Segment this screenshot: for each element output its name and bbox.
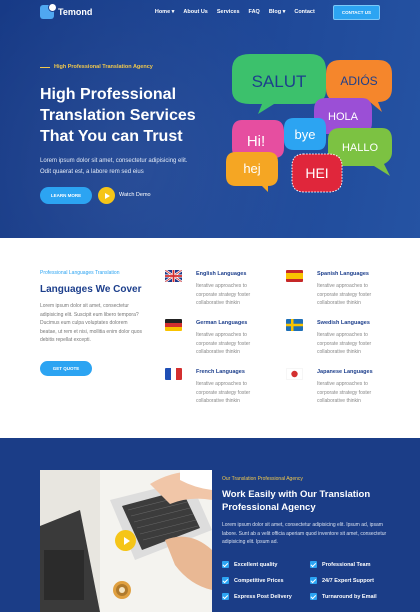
laptop-photo (40, 470, 212, 612)
feature-item: Express Post Delivery (222, 593, 292, 600)
menu-item-contact[interactable]: Contact (294, 9, 314, 15)
agency-description: Lorem ipsum dolor sit amet, consectetur … (222, 522, 387, 545)
top-nav: Temond Home ▾ About Us Services FAQ Blog… (0, 0, 420, 24)
feature-item: Professional Team (310, 561, 371, 568)
check-icon (310, 577, 317, 584)
menu-item-about[interactable]: About Us (183, 9, 207, 15)
bubble-word-bye: bye (295, 127, 316, 142)
language-description: Iterative approaches to corporate strate… (196, 332, 251, 355)
language-description: Iterative approaches to corporate strate… (196, 283, 251, 306)
germany-flag-icon (165, 319, 182, 331)
feature-label: Express Post Delivery (234, 593, 292, 600)
play-icon[interactable] (98, 187, 115, 204)
bubble-word-hej: hej (243, 161, 260, 176)
main-menu: Home ▾ About Us Services FAQ Blog ▾ Cont… (155, 9, 315, 15)
learn-more-button[interactable]: LEARN MORE (40, 187, 92, 204)
speech-bubbles-illustration: SALUT ADIÓS HOLA bye Hi! HALLO hej HEI (226, 54, 392, 193)
logo-icon (40, 3, 57, 19)
language-name: French Languages (196, 369, 245, 375)
bubble-word-hola: HOLA (328, 111, 359, 123)
menu-item-blog[interactable]: Blog ▾ (269, 9, 286, 15)
hero-description: Lorem ipsum dolor sit amet, consectetur … (40, 158, 188, 175)
sweden-flag-icon (286, 319, 303, 331)
bubble-word-salut: SALUT (252, 72, 307, 91)
logo-text: Temond (58, 7, 93, 17)
feature-label: Professional Team (322, 561, 371, 568)
feature-item: Excellent quality (222, 561, 277, 568)
play-video-icon[interactable] (115, 530, 136, 551)
feature-item: 24/7 Expert Support (310, 577, 374, 584)
check-icon (222, 561, 229, 568)
hero-section: Temond Home ▾ About Us Services FAQ Blog… (0, 0, 420, 238)
bubble-word-hei: HEI (305, 165, 328, 181)
uk-flag-icon (165, 270, 182, 282)
language-description: Iterative approaches to corporate strate… (317, 381, 372, 404)
spain-flag-icon (286, 270, 303, 282)
logo[interactable]: Temond (40, 3, 93, 19)
japan-flag-icon (286, 368, 303, 380)
language-name: Japanese Languages (317, 369, 373, 375)
check-icon (222, 577, 229, 584)
menu-item-services[interactable]: Services (217, 9, 240, 15)
tagline-dash (40, 66, 50, 68)
menu-item-home[interactable]: Home ▾ (155, 9, 175, 15)
hero-tagline-text: High Professional Translation Agency (54, 64, 153, 70)
language-description: Iterative approaches to corporate strate… (317, 332, 372, 355)
languages-title: Languages We Cover (40, 284, 142, 295)
agency-tag: Our Translation Professional Agency (222, 476, 303, 482)
menu-item-faq[interactable]: FAQ (249, 9, 260, 15)
language-name: Swedish Languages (317, 320, 370, 326)
feature-label: Excellent quality (234, 561, 278, 568)
check-icon (310, 561, 317, 568)
feature-label: 24/7 Expert Support (322, 577, 374, 584)
language-description: Iterative approaches to corporate strate… (196, 381, 251, 404)
watch-demo-link[interactable]: Watch Demo (119, 192, 151, 198)
language-name: German Languages (196, 320, 248, 326)
check-icon (222, 593, 229, 600)
languages-tag: Professional Languages Translation (40, 270, 120, 276)
feature-item: Turnaround by Email (310, 593, 377, 600)
feature-item: Competitive Prices (222, 577, 284, 584)
hero-title: High Professional Translation Services T… (40, 86, 196, 145)
hero-tagline: High Professional Translation Agency (40, 64, 153, 70)
feature-label: Competitive Prices (234, 577, 284, 584)
check-icon (310, 593, 317, 600)
bubble-word-hi: Hi! (247, 133, 265, 150)
france-flag-icon (165, 368, 182, 380)
languages-description: Lorem ipsum dolor sit amet, consectetur … (40, 303, 142, 343)
feature-label: Turnaround by Email (322, 593, 377, 600)
language-name: English Languages (196, 271, 247, 277)
language-description: Iterative approaches to corporate strate… (317, 283, 372, 306)
bubble-word-adios: ADIÓS (340, 73, 377, 88)
language-name: Spanish Languages (317, 271, 369, 277)
agency-title: Work Easily with Our Translation Profess… (222, 489, 371, 513)
bubble-word-hallo: HALLO (342, 142, 379, 154)
contact-us-button[interactable]: CONTACT US (332, 4, 380, 20)
get-quote-button[interactable]: GET QUOTE (40, 361, 92, 376)
